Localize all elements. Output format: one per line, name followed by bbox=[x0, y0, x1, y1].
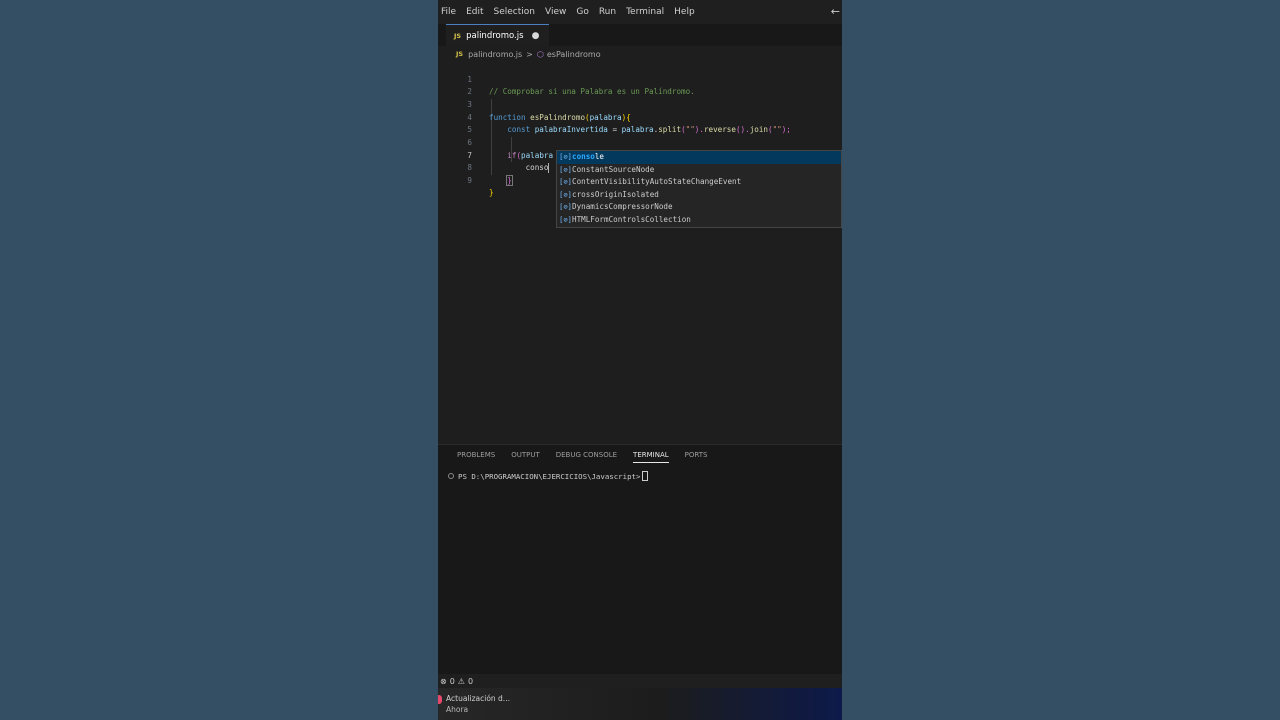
tab-problems[interactable]: PROBLEMS bbox=[457, 451, 495, 463]
terminal-prompt: PS D:\PROGRAMACION\EJERCICIOS\Javascript… bbox=[458, 471, 641, 481]
brace: } bbox=[489, 188, 494, 198]
menu-selection[interactable]: Selection bbox=[489, 0, 540, 24]
suggestion-item[interactable]: [⊘] ContentVisibilityAutoStateChangeEven… bbox=[557, 176, 841, 189]
tab-label: palindromo.js bbox=[466, 30, 524, 41]
suggestion-label: ConstantSourceNode bbox=[572, 164, 655, 174]
menu-run[interactable]: Run bbox=[594, 0, 621, 24]
notification-toast[interactable]: Actualización d... Ahora bbox=[438, 688, 842, 720]
editor-window: File Edit Selection View Go Run Terminal… bbox=[438, 0, 842, 720]
terminal-cursor bbox=[642, 471, 649, 481]
command-decoration-icon bbox=[448, 473, 454, 479]
panel-tabs: PROBLEMS OUTPUT DEBUG CONSOLE TERMINAL P… bbox=[457, 451, 723, 463]
menu-view[interactable]: View bbox=[540, 0, 571, 24]
code-line-3: 3 function esPalindromo(palabra){ bbox=[438, 86, 842, 122]
suggestion-label: DynamicsCompressorNode bbox=[572, 202, 673, 212]
variable-symbol-icon: [⊘] bbox=[559, 165, 572, 174]
brace: } bbox=[506, 174, 513, 186]
notification-title: Actualización d... bbox=[446, 694, 510, 703]
suggestion-item[interactable]: [⊘] DynamicsCompressorNode bbox=[557, 201, 841, 214]
variable-symbol-icon: [⊘] bbox=[559, 203, 572, 212]
suggestion-item[interactable]: [⊘] crossOriginIsolated bbox=[557, 189, 841, 202]
menu-go[interactable]: Go bbox=[571, 0, 593, 24]
warning-icon[interactable]: ⚠ bbox=[458, 677, 465, 686]
error-icon[interactable]: ⊗ bbox=[440, 677, 447, 686]
function-symbol-icon: ⬡ bbox=[536, 49, 544, 59]
breadcrumb-file[interactable]: palindromo.js bbox=[468, 50, 522, 59]
warning-count[interactable]: 0 bbox=[468, 677, 473, 686]
back-arrow-icon[interactable]: ← bbox=[831, 0, 840, 24]
breadcrumb: JS palindromo.js > ⬡ esPalindromo bbox=[456, 48, 601, 60]
suggestion-item[interactable]: [⊘] conso le bbox=[557, 151, 841, 164]
status-bar: ⊗ 0 ⚠ 0 bbox=[438, 674, 842, 688]
tab-ports[interactable]: PORTS bbox=[685, 451, 708, 463]
menu-bar: File Edit Selection View Go Run Terminal… bbox=[438, 0, 842, 24]
code-line-4: 4 const palabraInvertida = palabra.split… bbox=[438, 99, 842, 135]
variable-symbol-icon: [⊘] bbox=[559, 190, 572, 199]
error-count[interactable]: 0 bbox=[450, 677, 455, 686]
suggestion-rest: le bbox=[594, 152, 605, 161]
notification-time: Ahora bbox=[446, 705, 469, 714]
breadcrumb-symbol[interactable]: esPalindromo bbox=[547, 50, 601, 59]
unsaved-dot-icon[interactable]: ● bbox=[532, 31, 540, 41]
menu-file[interactable]: File bbox=[438, 0, 461, 24]
bottom-panel: PROBLEMS OUTPUT DEBUG CONSOLE TERMINAL P… bbox=[438, 444, 842, 675]
suggestion-match: conso bbox=[572, 152, 595, 161]
line-number: 9 bbox=[467, 175, 472, 185]
variable-symbol-icon: [⊘] bbox=[559, 215, 572, 224]
menu-help[interactable]: Help bbox=[669, 0, 700, 24]
suggestion-item[interactable]: [⊘] HTMLFormControlsCollection bbox=[557, 214, 841, 227]
javascript-file-icon: JS bbox=[454, 31, 462, 40]
code-line-1: 1 // Comprobar si una Palabra es un Palí… bbox=[438, 61, 842, 97]
tab-bar: JS palindromo.js ● bbox=[438, 24, 842, 46]
javascript-file-icon: JS bbox=[456, 50, 464, 58]
code-line-5: 5 bbox=[438, 112, 842, 134]
tab-palindromo-js[interactable]: JS palindromo.js ● bbox=[446, 24, 550, 46]
menu-edit[interactable]: Edit bbox=[461, 0, 488, 24]
suggestion-label: HTMLFormControlsCollection bbox=[572, 214, 691, 224]
tab-terminal[interactable]: TERMINAL bbox=[633, 451, 669, 463]
suggestion-item[interactable]: [⊘] ConstantSourceNode bbox=[557, 164, 841, 177]
notification-badge-icon bbox=[438, 695, 442, 704]
terminal[interactable]: PS D:\PROGRAMACION\EJERCICIOS\Javascript… bbox=[448, 471, 649, 481]
menu-terminal[interactable]: Terminal bbox=[621, 0, 669, 24]
tab-debug-console[interactable]: DEBUG CONSOLE bbox=[556, 451, 617, 463]
suggestion-label: ContentVisibilityAutoStateChangeEvent bbox=[572, 177, 742, 187]
code-line-6: 6 if(palabra == palabraInvertida){ bbox=[438, 124, 842, 161]
tab-output[interactable]: OUTPUT bbox=[511, 451, 540, 463]
variable-symbol-icon: [⊘] bbox=[559, 153, 572, 161]
autocomplete-suggestions: [⊘] conso le [⊘] ConstantSourceNode [⊘] C… bbox=[556, 150, 842, 228]
suggestion-label: crossOriginIsolated bbox=[572, 189, 659, 199]
code-line-2: 2 bbox=[438, 74, 842, 96]
breadcrumb-separator: > bbox=[526, 49, 533, 59]
code-line-7: 7 conso bbox=[438, 137, 842, 174]
variable-symbol-icon: [⊘] bbox=[559, 178, 572, 187]
